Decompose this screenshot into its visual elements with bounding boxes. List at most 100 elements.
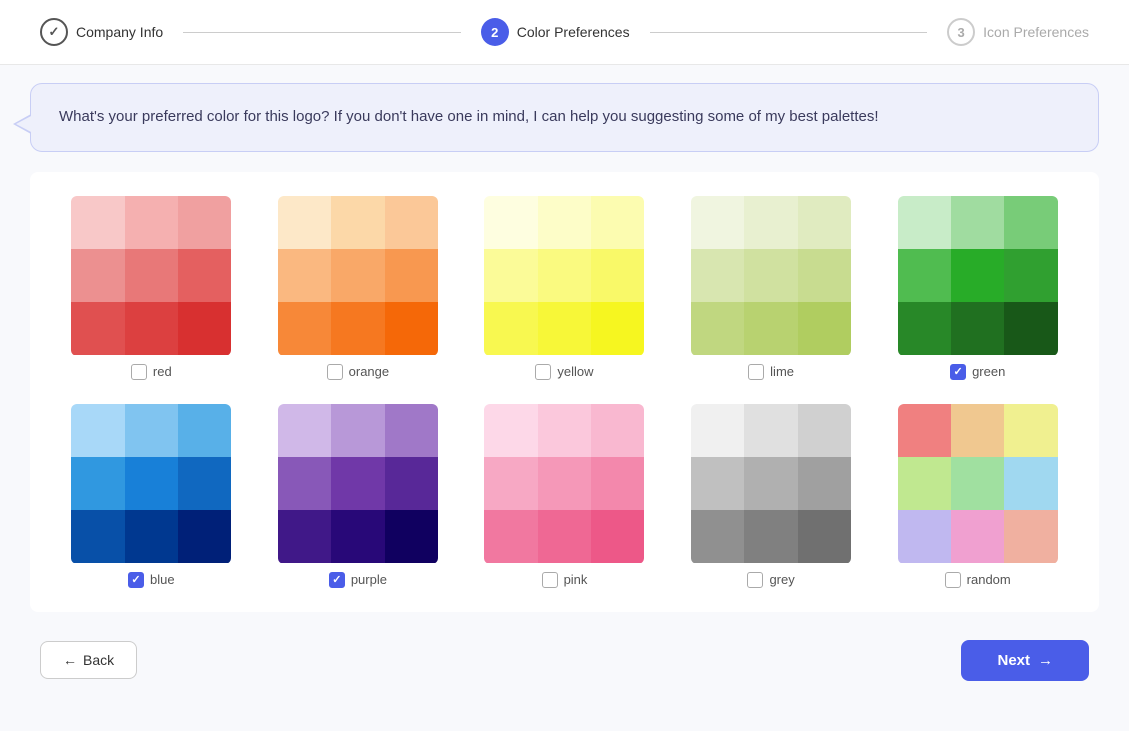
checkbox-lime[interactable]	[748, 364, 764, 380]
palette-grey[interactable]	[691, 404, 851, 564]
palette-cell	[484, 302, 537, 355]
palette-cell	[798, 196, 851, 249]
palette-cell	[125, 404, 178, 457]
palette-cell	[125, 196, 178, 249]
checkbox-grey[interactable]	[747, 572, 763, 588]
color-label-row-pink: pink	[542, 572, 588, 588]
color-item-yellow[interactable]: yellow	[471, 196, 658, 380]
palette-cell	[898, 302, 951, 355]
palette-cell	[538, 196, 591, 249]
palette-cell	[898, 249, 951, 302]
color-item-red[interactable]: red	[58, 196, 245, 380]
color-item-grey[interactable]: grey	[678, 404, 865, 588]
palette-cell	[691, 196, 744, 249]
color-section: red orange yellow lime green blue purple pink gr…	[30, 172, 1099, 612]
color-label-row-grey: grey	[747, 572, 794, 588]
color-item-lime[interactable]: lime	[678, 196, 865, 380]
palette-cell	[71, 404, 124, 457]
checkbox-orange[interactable]	[327, 364, 343, 380]
palette-cell	[951, 510, 1004, 563]
palette-cell	[385, 249, 438, 302]
color-item-orange[interactable]: orange	[265, 196, 452, 380]
palette-random[interactable]	[898, 404, 1058, 564]
palette-cell	[1004, 510, 1057, 563]
palette-cell	[798, 510, 851, 563]
checkbox-blue[interactable]	[128, 572, 144, 588]
palette-cell	[691, 302, 744, 355]
palette-cell	[178, 302, 231, 355]
color-name-pink: pink	[564, 572, 588, 587]
color-label-row-green: green	[950, 364, 1005, 380]
palette-cell	[898, 404, 951, 457]
palette-cell	[951, 457, 1004, 510]
palette-cell	[744, 302, 797, 355]
palette-cell	[278, 510, 331, 563]
color-item-blue[interactable]: blue	[58, 404, 245, 588]
chat-message: What's your preferred color for this log…	[59, 108, 879, 125]
step-circle-company-info: ✓	[40, 18, 68, 46]
palette-cell	[385, 302, 438, 355]
checkbox-green[interactable]	[950, 364, 966, 380]
palette-cell	[331, 510, 384, 563]
next-button[interactable]: Next →	[961, 640, 1089, 681]
palette-purple[interactable]	[278, 404, 438, 564]
step-line-1	[183, 32, 461, 33]
checkbox-red[interactable]	[131, 364, 147, 380]
back-button[interactable]: ← Back	[40, 641, 137, 679]
palette-yellow[interactable]	[484, 196, 644, 356]
color-label-row-blue: blue	[128, 572, 175, 588]
palette-cell	[1004, 196, 1057, 249]
step-label-color-preferences: Color Preferences	[517, 24, 630, 40]
chat-bubble: What's your preferred color for this log…	[30, 83, 1099, 152]
color-item-pink[interactable]: pink	[471, 404, 658, 588]
palette-cell	[71, 302, 124, 355]
palette-cell	[484, 510, 537, 563]
palette-cell	[331, 249, 384, 302]
color-label-row-orange: orange	[327, 364, 389, 380]
step-circle-icon-preferences: 3	[947, 18, 975, 46]
palette-cell	[538, 302, 591, 355]
palette-cell	[898, 510, 951, 563]
palette-cell	[278, 457, 331, 510]
color-label-row-red: red	[131, 364, 172, 380]
color-name-orange: orange	[349, 364, 389, 379]
palette-cell	[744, 404, 797, 457]
palette-lime[interactable]	[691, 196, 851, 356]
color-item-random[interactable]: random	[884, 404, 1071, 588]
palette-cell	[178, 404, 231, 457]
palette-pink[interactable]	[484, 404, 644, 564]
palette-cell	[1004, 404, 1057, 457]
palette-cell	[798, 457, 851, 510]
palette-blue[interactable]	[71, 404, 231, 564]
palette-cell	[744, 249, 797, 302]
palette-cell	[278, 196, 331, 249]
palette-cell	[484, 404, 537, 457]
palette-red[interactable]	[71, 196, 231, 356]
step-icon-preferences: 3 Icon Preferences	[947, 18, 1089, 46]
palette-cell	[538, 457, 591, 510]
back-label: Back	[83, 652, 114, 668]
palette-cell	[385, 196, 438, 249]
checkbox-purple[interactable]	[329, 572, 345, 588]
palette-cell	[178, 249, 231, 302]
palette-cell	[484, 196, 537, 249]
checkbox-pink[interactable]	[542, 572, 558, 588]
palette-cell	[331, 404, 384, 457]
color-name-grey: grey	[769, 572, 794, 587]
next-label: Next	[997, 652, 1030, 669]
palette-cell	[798, 404, 851, 457]
back-arrow-icon: ←	[63, 652, 77, 668]
color-name-lime: lime	[770, 364, 794, 379]
checkbox-yellow[interactable]	[535, 364, 551, 380]
palette-cell	[71, 457, 124, 510]
color-item-purple[interactable]: purple	[265, 404, 452, 588]
checkbox-random[interactable]	[945, 572, 961, 588]
color-name-green: green	[972, 364, 1005, 379]
color-item-green[interactable]: green	[884, 196, 1071, 380]
palette-green[interactable]	[898, 196, 1058, 356]
color-grid: red orange yellow lime green blue purple pink gr…	[58, 196, 1071, 588]
palette-cell	[538, 249, 591, 302]
palette-orange[interactable]	[278, 196, 438, 356]
palette-cell	[691, 404, 744, 457]
chat-bubble-container: What's your preferred color for this log…	[0, 65, 1129, 162]
